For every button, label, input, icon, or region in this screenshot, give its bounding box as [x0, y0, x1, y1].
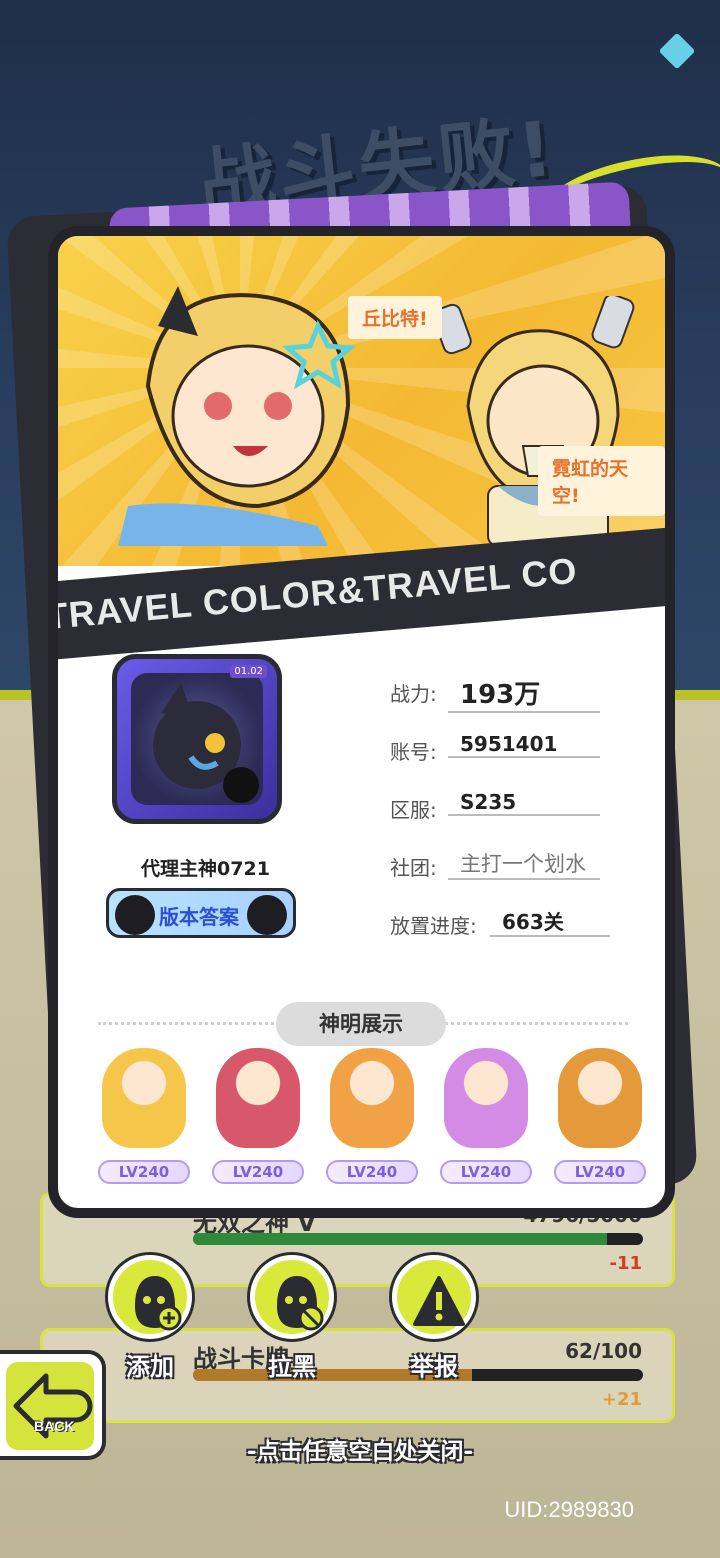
list-item-score: 62/100 — [565, 1339, 642, 1363]
speech-bubble: 霓虹的天空! — [538, 446, 665, 516]
list-item-progress-fill — [193, 1233, 607, 1245]
add-friend-button[interactable]: 添加 — [108, 1255, 192, 1382]
server-row: 区服: S235 — [390, 790, 600, 823]
god-card[interactable]: LV240 — [206, 1044, 310, 1184]
club-value: 主打一个划水 — [448, 848, 600, 880]
block-label: 拉黑 — [268, 1353, 316, 1381]
title-badge: 版本答案 — [106, 888, 296, 938]
club-label: 社团: — [390, 856, 437, 880]
idle-progress-label: 放置进度: — [390, 914, 477, 938]
add-friend-label: 添加 — [126, 1353, 174, 1381]
account-label: 账号: — [390, 740, 437, 764]
gods-section-title: 神明展示 — [276, 1002, 446, 1046]
block-button[interactable]: 拉黑 — [250, 1255, 334, 1382]
avatar-frame-tag: 01.02 — [230, 665, 267, 678]
player-profile-card: 丘比特! 霓虹的天空! &TRAVEL COLOR&TRAVEL CO 01.0… — [48, 226, 675, 1218]
god-level: LV240 — [554, 1160, 646, 1184]
god-level: LV240 — [98, 1160, 190, 1184]
badge-label: 版本答案 — [159, 905, 239, 929]
report-label: 举报 — [410, 1353, 458, 1381]
god-chibi-image — [102, 1048, 186, 1148]
god-chibi-image — [558, 1048, 642, 1148]
god-chibi-image — [330, 1048, 414, 1148]
god-chibi-image — [444, 1048, 528, 1148]
list-item-delta: -11 — [609, 1253, 642, 1274]
list-item-delta: +21 — [601, 1389, 642, 1410]
power-label: 战力: — [390, 682, 437, 706]
power-value: 193万 — [448, 674, 600, 713]
power-row: 战力: 193万 — [390, 678, 600, 713]
badge-mascot-icon — [247, 895, 287, 935]
god-card[interactable]: LV240 — [92, 1044, 196, 1184]
avatar-image — [131, 673, 263, 805]
list-item-progress-track — [193, 1233, 643, 1245]
god-level: LV240 — [440, 1160, 532, 1184]
server-value: S235 — [448, 790, 600, 816]
god-level: LV240 — [212, 1160, 304, 1184]
profile-banner: 丘比特! 霓虹的天空! — [58, 236, 665, 566]
player-name: 代理主神0721 — [141, 858, 270, 880]
god-chibi-image — [216, 1048, 300, 1148]
speech-bubble: 丘比特! — [348, 296, 442, 339]
account-row: 账号: 5951401 — [390, 732, 600, 765]
report-button[interactable]: 举报 — [392, 1255, 476, 1382]
player-uid: UID:2989830 — [504, 1497, 634, 1522]
badge-mascot-icon — [115, 895, 155, 935]
close-hint: -点击任意空白处关闭- — [246, 1439, 474, 1465]
account-value: 5951401 — [448, 732, 600, 758]
avatar-creature-icon — [153, 683, 259, 803]
club-row: 社团: 主打一个划水 — [390, 852, 600, 881]
add-friend-icon — [108, 1255, 192, 1339]
god-card[interactable]: LV240 — [548, 1044, 652, 1184]
idle-progress-value: 663关 — [490, 906, 610, 937]
block-icon — [250, 1255, 334, 1339]
god-card[interactable]: LV240 — [320, 1044, 424, 1184]
player-avatar[interactable]: 01.02 — [112, 654, 282, 824]
server-label: 区服: — [390, 798, 437, 822]
idle-progress-row: 放置进度: 663关 — [390, 910, 610, 939]
report-icon — [392, 1255, 476, 1339]
god-level: LV240 — [326, 1160, 418, 1184]
hero-character-illustration — [118, 286, 357, 546]
god-card[interactable]: LV240 — [434, 1044, 538, 1184]
